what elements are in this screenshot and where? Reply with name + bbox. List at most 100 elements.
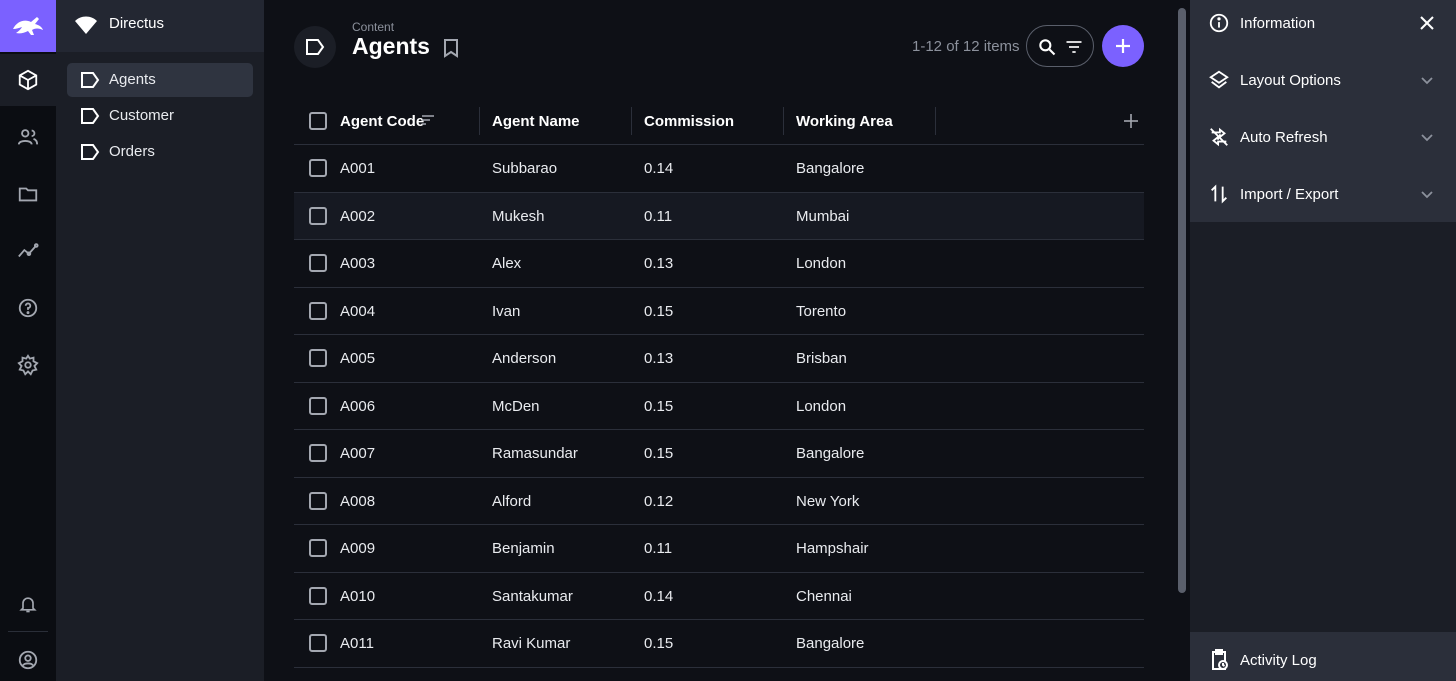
- folder-icon: [18, 187, 38, 202]
- main-content: Content Agents 1-12 of 12 items Agent Co…: [264, 0, 1174, 681]
- row-checkbox[interactable]: [309, 396, 327, 415]
- module-bar-divider: [8, 631, 48, 632]
- label-tag-icon: [81, 108, 100, 124]
- cell-agent-code: A003: [340, 255, 376, 272]
- table-row[interactable]: A008 Alford 0.12 New York: [294, 478, 1144, 525]
- column-divider[interactable]: [783, 107, 784, 135]
- cell-working-area: Torento: [796, 302, 847, 320]
- row-checkbox[interactable]: [309, 586, 327, 605]
- select-all-checkbox[interactable]: [309, 112, 327, 130]
- layers-icon: [1209, 70, 1229, 89]
- nav-item-orders[interactable]: Orders: [67, 135, 253, 169]
- account-icon: [18, 650, 38, 670]
- info-icon: [1209, 13, 1229, 33]
- cell-agent-code: A011: [340, 635, 374, 652]
- cell-agent-code: A005: [340, 350, 376, 367]
- sidebar-item-auto-refresh[interactable]: Auto Refresh: [1190, 114, 1456, 171]
- cell-agent-code: A008: [340, 492, 376, 510]
- sidebar-item-layout-options[interactable]: Layout Options: [1190, 57, 1456, 114]
- sort-icon[interactable]: [421, 114, 435, 126]
- module-content-button[interactable]: [0, 54, 56, 106]
- row-checkbox[interactable]: [309, 159, 327, 177]
- cell-commission: 0.14: [644, 160, 674, 177]
- table-row[interactable]: A003 Alex 0.13 London: [294, 240, 1144, 288]
- module-settings-button[interactable]: [0, 339, 56, 391]
- module-files-button[interactable]: [0, 168, 56, 220]
- table-row[interactable]: A010 Santakumar 0.14 Chennai: [294, 573, 1144, 620]
- cell-agent-code: A009: [340, 540, 376, 557]
- notifications-button[interactable]: [0, 578, 56, 630]
- search-icon[interactable]: [1037, 37, 1057, 57]
- table-row[interactable]: A005 Anderson 0.13 Brisban: [294, 335, 1144, 383]
- table-row[interactable]: A001 Subbarao 0.14 Bangalore: [294, 145, 1144, 193]
- activity-log-icon: [1212, 649, 1228, 670]
- table-row[interactable]: A004 Ivan 0.15 Torento: [294, 288, 1144, 335]
- cell-agent-code: A002: [340, 207, 376, 225]
- column-header-commission[interactable]: Commission: [644, 113, 734, 130]
- sidebar-sections: Information Layout Options Auto Refresh …: [1190, 0, 1456, 222]
- column-divider[interactable]: [631, 107, 632, 135]
- add-field-icon[interactable]: [1123, 113, 1139, 129]
- app-window: Directus Agents Customer Orders Content …: [0, 0, 1456, 681]
- sidebar-item-activity-log[interactable]: Activity Log: [1190, 632, 1456, 681]
- cell-agent-name: Ivan: [492, 302, 521, 320]
- import-export-icon: [1211, 184, 1227, 204]
- cell-working-area: London: [796, 397, 847, 415]
- nav-item-customer[interactable]: Customer: [67, 99, 253, 133]
- close-icon[interactable]: [1418, 14, 1436, 32]
- table-row[interactable]: A009 Benjamin 0.11 Hampshair: [294, 525, 1144, 573]
- project-name: Directus: [109, 15, 165, 32]
- cell-commission: 0.14: [644, 587, 674, 605]
- row-checkbox[interactable]: [309, 634, 327, 652]
- breadcrumb[interactable]: Content: [352, 20, 394, 34]
- module-users-button[interactable]: [0, 111, 56, 163]
- column-header-agent-code[interactable]: Agent Code: [340, 113, 424, 130]
- table-row[interactable]: A007 Ramasundar 0.15 Bangalore: [294, 430, 1144, 478]
- scrollbar-thumb[interactable]: [1178, 8, 1186, 593]
- gear-icon: [17, 354, 39, 376]
- cell-agent-name: McDen: [492, 397, 540, 415]
- column-divider[interactable]: [479, 107, 480, 135]
- row-checkbox[interactable]: [309, 444, 327, 462]
- user-account-button[interactable]: [0, 634, 56, 681]
- nav-item-agents[interactable]: Agents: [67, 63, 253, 97]
- page-title: Agents: [352, 33, 430, 59]
- filter-icon[interactable]: [1064, 37, 1084, 57]
- cell-commission: 0.15: [644, 397, 674, 415]
- table-row[interactable]: A011 Ravi Kumar 0.15 Bangalore: [294, 620, 1144, 668]
- table-header: Agent Code Agent Name Commission Working…: [294, 98, 1144, 145]
- cell-commission: 0.15: [644, 635, 674, 652]
- sidebar-item-import-export[interactable]: Import / Export: [1190, 171, 1456, 228]
- bookmark-icon[interactable]: [442, 38, 460, 58]
- chevron-down-icon: [1421, 134, 1433, 142]
- cell-agent-name: Alex: [492, 255, 522, 272]
- row-checkbox[interactable]: [309, 206, 327, 225]
- row-checkbox[interactable]: [309, 301, 327, 320]
- users-icon: [17, 129, 39, 145]
- project-header[interactable]: Directus: [56, 0, 264, 52]
- cell-agent-name: Subbarao: [492, 160, 558, 177]
- sidebar-footer-label: Activity Log: [1240, 652, 1317, 669]
- row-checkbox[interactable]: [309, 254, 327, 272]
- module-insights-button[interactable]: [0, 225, 56, 277]
- sidebar-item-information[interactable]: Information: [1190, 0, 1456, 57]
- module-help-button[interactable]: [0, 282, 56, 334]
- rabbit-logo-icon: [13, 17, 43, 35]
- column-header-agent-name[interactable]: Agent Name: [492, 113, 580, 130]
- cell-agent-name: Ramasundar: [492, 445, 578, 462]
- sidebar: Information Layout Options Auto Refresh …: [1190, 0, 1456, 681]
- create-item-button[interactable]: [1102, 25, 1144, 67]
- chevron-down-icon: [1421, 77, 1433, 85]
- column-divider[interactable]: [935, 107, 936, 135]
- row-checkbox[interactable]: [309, 349, 327, 367]
- row-checkbox[interactable]: [309, 539, 327, 557]
- row-checkbox[interactable]: [309, 491, 327, 510]
- column-header-working-area[interactable]: Working Area: [796, 113, 893, 130]
- cell-working-area: Brisban: [796, 350, 847, 367]
- directus-logo[interactable]: [0, 0, 56, 52]
- table-row[interactable]: A002 Mukesh 0.11 Mumbai: [294, 192, 1144, 240]
- collection-icon-button[interactable]: [294, 26, 336, 68]
- table-row[interactable]: A006 McDen 0.15 London: [294, 383, 1144, 430]
- module-bar: [0, 0, 56, 681]
- cell-agent-code: A001: [340, 160, 376, 177]
